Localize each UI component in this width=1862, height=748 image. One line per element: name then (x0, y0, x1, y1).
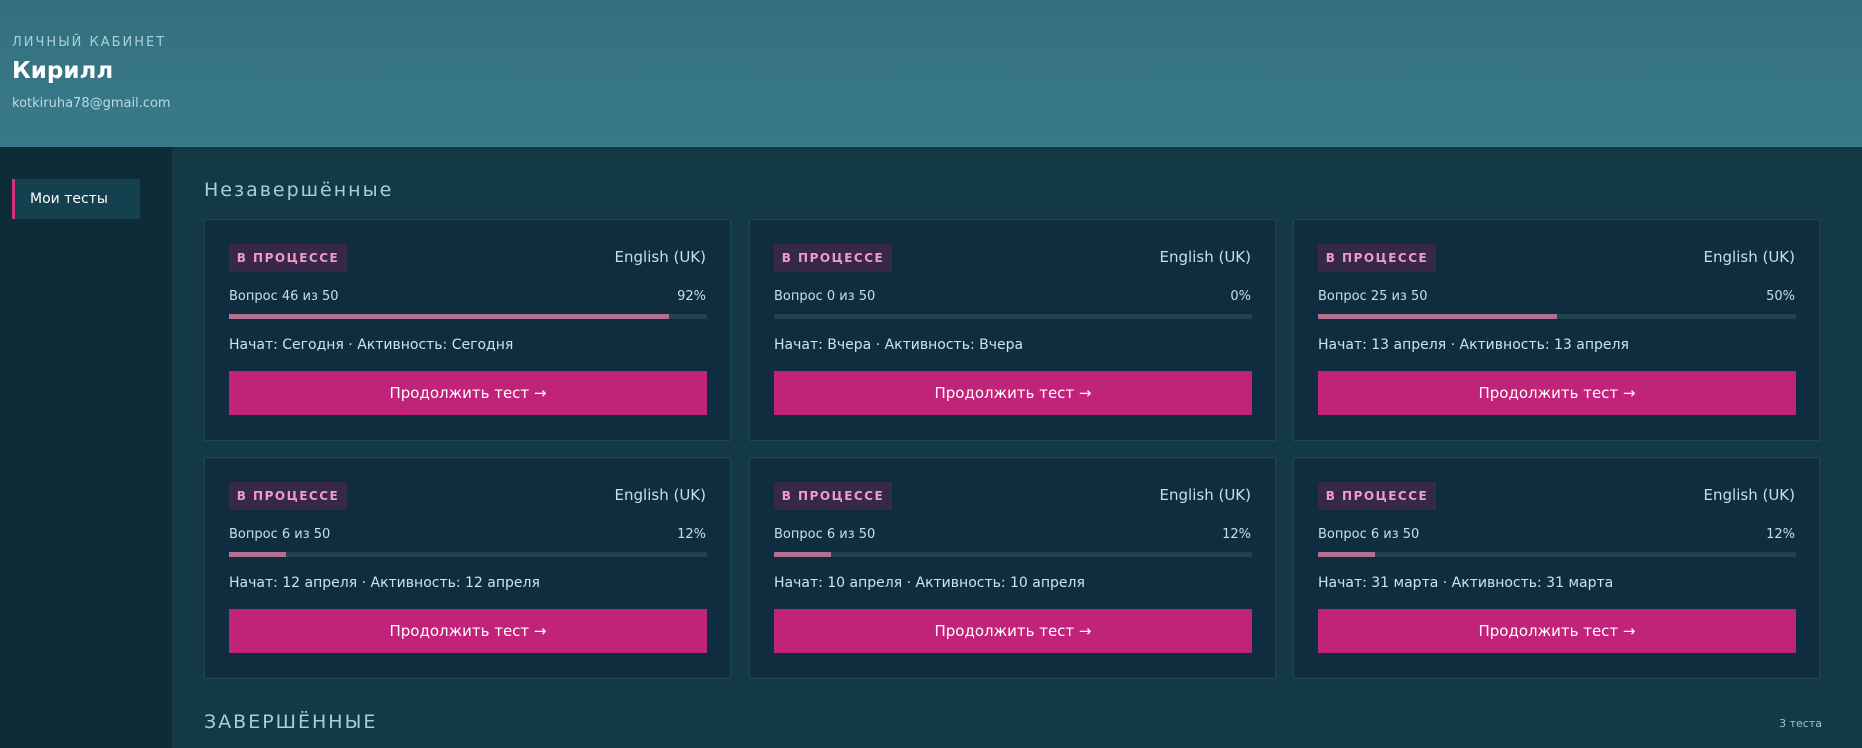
test-dates: Начат: 31 марта · Активность: 31 марта (1318, 575, 1614, 591)
progress-percent: 92% (677, 289, 706, 304)
test-card: В ПРОЦЕССЕ English (UK) Вопрос 0 из 50 0… (749, 219, 1276, 441)
question-progress-label: Вопрос 0 из 50 (774, 289, 876, 304)
main-content: Незавершённые В ПРОЦЕССЕ English (UK) Во… (172, 147, 1862, 748)
question-progress-label: Вопрос 25 из 50 (1318, 289, 1428, 304)
test-language: English (UK) (1159, 486, 1251, 504)
test-card: В ПРОЦЕССЕ English (UK) Вопрос 6 из 50 1… (1293, 457, 1820, 679)
progress-bar-fill (229, 552, 287, 557)
progress-bar-fill (1318, 314, 1557, 319)
status-badge: В ПРОЦЕССЕ (229, 244, 347, 272)
test-language: English (UK) (1703, 248, 1795, 266)
progress-percent: 12% (1766, 527, 1795, 542)
question-progress-label: Вопрос 6 из 50 (774, 527, 876, 542)
header-eyebrow: ЛИЧНЫЙ КАБИНЕТ (12, 35, 167, 50)
progress-percent: 12% (677, 527, 706, 542)
sidebar-item-my-tests[interactable]: Мои тесты (12, 179, 140, 219)
status-badge: В ПРОЦЕССЕ (774, 244, 892, 272)
test-card: В ПРОЦЕССЕ English (UK) Вопрос 46 из 50 … (204, 219, 731, 441)
test-language: English (UK) (1703, 486, 1795, 504)
continue-test-button[interactable]: Продолжить тест → (229, 371, 707, 415)
test-language: English (UK) (1159, 248, 1251, 266)
progress-percent: 0% (1230, 289, 1251, 304)
test-card: В ПРОЦЕССЕ English (UK) Вопрос 6 из 50 1… (749, 457, 1276, 679)
test-dates: Начат: 10 апреля · Активность: 10 апреля (774, 575, 1085, 591)
progress-bar (774, 552, 1252, 557)
test-dates: Начат: Вчера · Активность: Вчера (774, 337, 1024, 353)
test-card: В ПРОЦЕССЕ English (UK) Вопрос 6 из 50 1… (204, 457, 731, 679)
test-language: English (UK) (614, 248, 706, 266)
test-language: English (UK) (614, 486, 706, 504)
status-badge: В ПРОЦЕССЕ (774, 482, 892, 510)
question-progress-label: Вопрос 46 из 50 (229, 289, 339, 304)
continue-test-button[interactable]: Продолжить тест → (774, 609, 1252, 653)
test-dates: Начат: Сегодня · Активность: Сегодня (229, 337, 514, 353)
status-badge: В ПРОЦЕССЕ (229, 482, 347, 510)
continue-test-button[interactable]: Продолжить тест → (1318, 371, 1796, 415)
status-badge: В ПРОЦЕССЕ (1318, 244, 1436, 272)
status-badge: В ПРОЦЕССЕ (1318, 482, 1436, 510)
progress-bar (774, 314, 1252, 319)
progress-percent: 50% (1766, 289, 1795, 304)
progress-bar-fill (1318, 552, 1376, 557)
section-title-incomplete: Незавершённые (204, 179, 394, 201)
progress-percent: 12% (1222, 527, 1251, 542)
question-progress-label: Вопрос 6 из 50 (229, 527, 331, 542)
test-card: В ПРОЦЕССЕ English (UK) Вопрос 25 из 50 … (1293, 219, 1820, 441)
progress-bar-fill (229, 314, 669, 319)
profile-header: ЛИЧНЫЙ КАБИНЕТ Кирилл kotkiruha78@gmail.… (0, 0, 1862, 147)
test-dates: Начат: 13 апреля · Активность: 13 апреля (1318, 337, 1629, 353)
section-title-completed: ЗАВЕРШЁННЫЕ (204, 711, 378, 733)
progress-bar-fill (774, 552, 832, 557)
question-progress-label: Вопрос 6 из 50 (1318, 527, 1420, 542)
user-name: Кирилл (12, 58, 114, 84)
user-email: kotkiruha78@gmail.com (12, 96, 171, 111)
progress-bar (229, 314, 707, 319)
continue-test-button[interactable]: Продолжить тест → (229, 609, 707, 653)
progress-bar (1318, 552, 1796, 557)
test-dates: Начат: 12 апреля · Активность: 12 апреля (229, 575, 540, 591)
completed-count: 3 теста (1779, 717, 1822, 730)
continue-test-button[interactable]: Продолжить тест → (774, 371, 1252, 415)
continue-test-button[interactable]: Продолжить тест → (1318, 609, 1796, 653)
progress-bar (1318, 314, 1796, 319)
sidebar: Мои тесты (0, 147, 172, 748)
progress-bar (229, 552, 707, 557)
